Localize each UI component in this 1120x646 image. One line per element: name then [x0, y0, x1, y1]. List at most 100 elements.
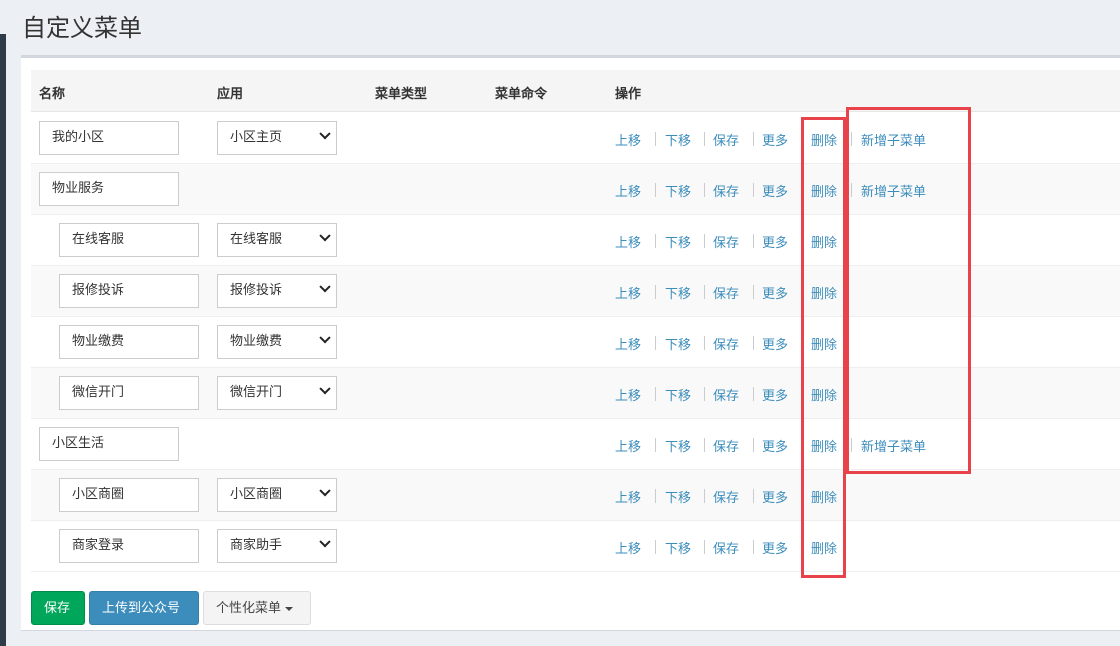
link-divider: [802, 234, 803, 248]
save-link[interactable]: 保存: [713, 385, 739, 404]
app-select-value: 小区主页: [230, 130, 283, 145]
delete-link[interactable]: 删除: [811, 232, 837, 251]
menu-name-input[interactable]: 商家登录: [59, 529, 199, 563]
delete-link[interactable]: 删除: [811, 334, 837, 353]
menu-name-input[interactable]: 小区生活: [39, 427, 179, 461]
chevron-down-icon: [319, 383, 331, 395]
more-link[interactable]: 更多: [762, 232, 788, 251]
menu-name-input[interactable]: 微信开门: [59, 376, 199, 410]
link-divider: [802, 132, 803, 146]
link-divider: [704, 540, 705, 554]
save-button[interactable]: 保存: [31, 591, 85, 625]
more-link[interactable]: 更多: [762, 334, 788, 353]
move-up-link[interactable]: 上移: [615, 283, 641, 302]
save-link[interactable]: 保存: [713, 538, 739, 557]
more-link[interactable]: 更多: [762, 283, 788, 302]
move-down-link[interactable]: 下移: [665, 538, 691, 557]
chevron-down-icon: [319, 281, 331, 293]
delete-link[interactable]: 删除: [811, 538, 837, 557]
link-divider: [753, 336, 754, 350]
menu-name-input[interactable]: 报修投诉: [59, 274, 199, 308]
move-up-link[interactable]: 上移: [615, 436, 641, 455]
table-row: 小区商圈 小区商圈 上移 下移 保存 更多 删除: [31, 470, 1120, 521]
move-down-link[interactable]: 下移: [665, 283, 691, 302]
link-divider: [802, 336, 803, 350]
delete-link[interactable]: 删除: [811, 385, 837, 404]
upload-to-official-account-button[interactable]: 上传到公众号: [89, 591, 199, 625]
app-select-value: 商家助手: [230, 538, 283, 553]
header-name: 名称: [39, 87, 66, 102]
move-up-link[interactable]: 上移: [615, 334, 641, 353]
move-up-link[interactable]: 上移: [615, 487, 641, 506]
table-row: 在线客服 在线客服 上移 下移 保存 更多 删除: [31, 215, 1120, 266]
chevron-down-icon: [319, 332, 331, 344]
delete-link[interactable]: 删除: [811, 436, 837, 455]
move-up-link[interactable]: 上移: [615, 181, 641, 200]
link-divider: [753, 489, 754, 503]
move-down-link[interactable]: 下移: [665, 436, 691, 455]
move-up-link[interactable]: 上移: [615, 232, 641, 251]
header-menu-type: 菜单类型: [375, 87, 428, 102]
menu-name-input[interactable]: 我的小区: [39, 121, 179, 155]
table-row: 物业服务 上移 下移 保存 更多 删除 新增子菜单: [31, 164, 1120, 215]
delete-link[interactable]: 删除: [811, 181, 837, 200]
app-select[interactable]: 商家助手: [217, 529, 337, 563]
move-up-link[interactable]: 上移: [615, 385, 641, 404]
link-divider: [704, 183, 705, 197]
move-down-link[interactable]: 下移: [665, 181, 691, 200]
more-link[interactable]: 更多: [762, 181, 788, 200]
app-select-value: 报修投诉: [230, 283, 283, 298]
header-operations: 操作: [615, 87, 642, 102]
app-select[interactable]: 在线客服: [217, 223, 337, 257]
link-divider: [753, 234, 754, 248]
chevron-down-icon: [319, 536, 331, 548]
move-down-link[interactable]: 下移: [665, 487, 691, 506]
move-up-link[interactable]: 上移: [615, 130, 641, 149]
app-select[interactable]: 物业缴费: [217, 325, 337, 359]
more-link[interactable]: 更多: [762, 130, 788, 149]
menu-name-input[interactable]: 物业缴费: [59, 325, 199, 359]
personalized-menu-dropdown[interactable]: 个性化菜单: [203, 591, 311, 625]
move-down-link[interactable]: 下移: [665, 130, 691, 149]
app-select[interactable]: 报修投诉: [217, 274, 337, 308]
link-divider: [655, 183, 656, 197]
link-divider: [655, 132, 656, 146]
link-divider: [851, 132, 852, 146]
add-submenu-link[interactable]: 新增子菜单: [861, 181, 926, 200]
link-divider: [655, 489, 656, 503]
save-link[interactable]: 保存: [713, 232, 739, 251]
link-divider: [802, 540, 803, 554]
more-link[interactable]: 更多: [762, 538, 788, 557]
menu-name-input[interactable]: 物业服务: [39, 172, 179, 206]
table-row: 报修投诉 报修投诉 上移 下移 保存 更多 删除: [31, 266, 1120, 317]
move-down-link[interactable]: 下移: [665, 385, 691, 404]
page-title: 自定义菜单: [22, 14, 142, 42]
save-link[interactable]: 保存: [713, 130, 739, 149]
move-down-link[interactable]: 下移: [665, 232, 691, 251]
link-divider: [753, 540, 754, 554]
save-link[interactable]: 保存: [713, 283, 739, 302]
delete-link[interactable]: 删除: [811, 487, 837, 506]
delete-link[interactable]: 删除: [811, 283, 837, 302]
menu-name-input[interactable]: 小区商圈: [59, 478, 199, 512]
personalized-menu-label: 个性化菜单: [216, 601, 282, 616]
link-divider: [655, 438, 656, 452]
menu-name-input[interactable]: 在线客服: [59, 223, 199, 257]
move-down-link[interactable]: 下移: [665, 334, 691, 353]
link-divider: [802, 489, 803, 503]
save-link[interactable]: 保存: [713, 436, 739, 455]
more-link[interactable]: 更多: [762, 487, 788, 506]
app-select[interactable]: 小区商圈: [217, 478, 337, 512]
app-select[interactable]: 微信开门: [217, 376, 337, 410]
app-select-value: 小区商圈: [230, 487, 283, 502]
move-up-link[interactable]: 上移: [615, 538, 641, 557]
add-submenu-link[interactable]: 新增子菜单: [861, 436, 926, 455]
delete-link[interactable]: 删除: [811, 130, 837, 149]
save-link[interactable]: 保存: [713, 181, 739, 200]
more-link[interactable]: 更多: [762, 436, 788, 455]
more-link[interactable]: 更多: [762, 385, 788, 404]
save-link[interactable]: 保存: [713, 487, 739, 506]
add-submenu-link[interactable]: 新增子菜单: [861, 130, 926, 149]
app-select[interactable]: 小区主页: [217, 121, 337, 155]
save-link[interactable]: 保存: [713, 334, 739, 353]
